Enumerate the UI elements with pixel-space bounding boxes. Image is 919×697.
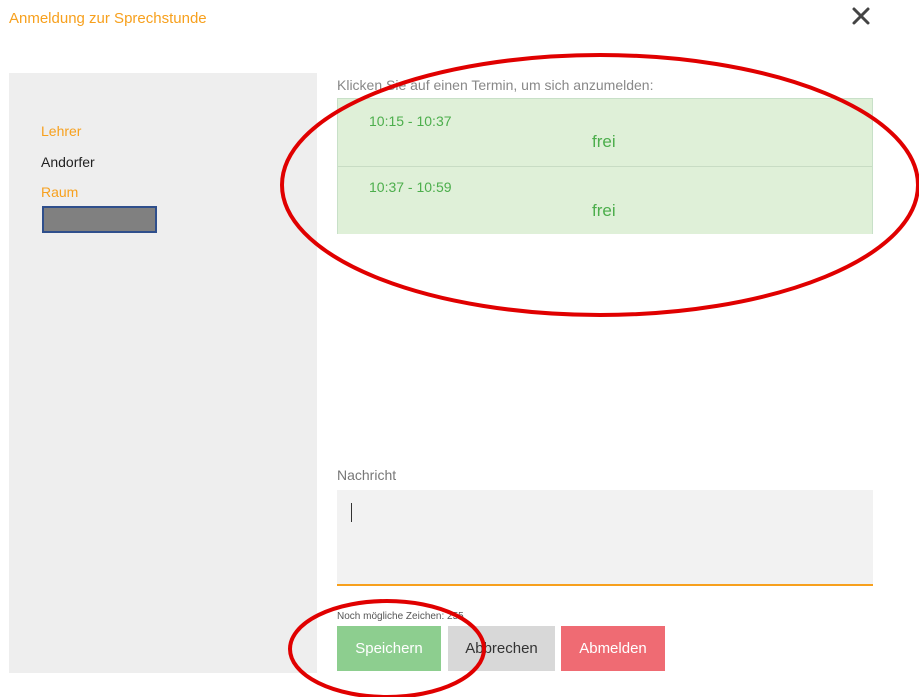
room-label: Raum: [41, 184, 79, 200]
slot-item[interactable]: 10:37 - 10:59 frei: [338, 166, 872, 234]
unregister-button[interactable]: Abmelden: [561, 626, 665, 671]
text-caret: [351, 503, 352, 522]
teacher-label: Lehrer: [41, 123, 82, 139]
dialog-title: Anmeldung zur Sprechstunde: [9, 10, 207, 27]
slot-item[interactable]: 10:15 - 10:37 frei: [338, 99, 872, 166]
close-icon[interactable]: [849, 4, 873, 28]
teacher-value: Andorfer: [41, 154, 95, 170]
slot-status: frei: [592, 132, 616, 151]
chars-remaining: Noch mögliche Zeichen: 255: [337, 611, 464, 622]
slot-list: 10:15 - 10:37 frei 10:37 - 10:59 frei: [337, 98, 873, 234]
sidebar-panel: Lehrer Andorfer Raum: [9, 73, 317, 673]
instructions-text: Klicken Sie auf einen Termin, um sich an…: [337, 77, 654, 93]
slot-time: 10:15 - 10:37: [369, 113, 452, 129]
message-label: Nachricht: [337, 467, 397, 483]
room-value-redacted: [42, 206, 157, 233]
save-button[interactable]: Speichern: [337, 626, 441, 671]
message-field[interactable]: [337, 490, 873, 586]
slot-status: frei: [592, 201, 616, 220]
slot-time: 10:37 - 10:59: [369, 179, 452, 195]
cancel-button[interactable]: Abbrechen: [448, 626, 555, 671]
